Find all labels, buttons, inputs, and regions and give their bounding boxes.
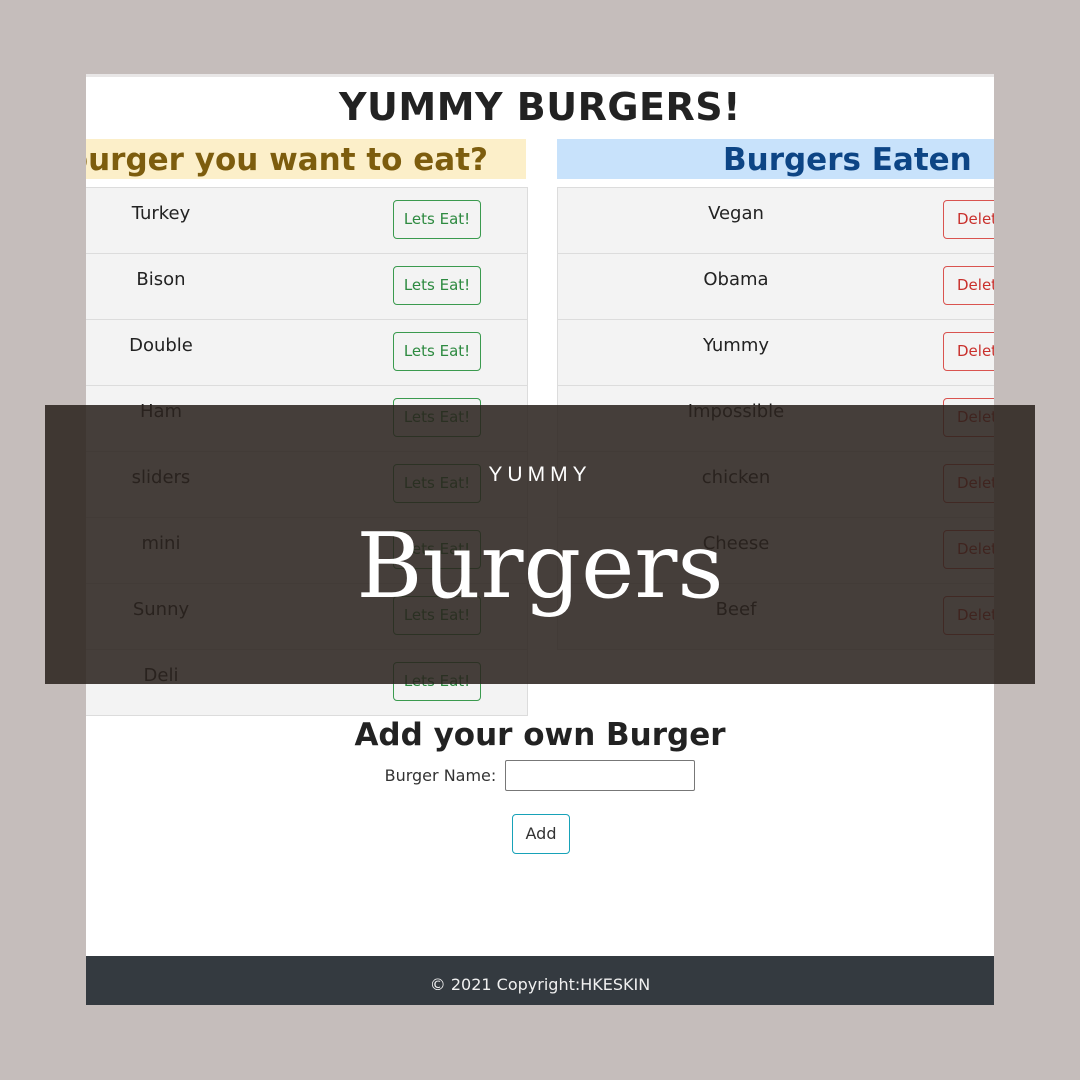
list-item: Vegan Delete <box>558 188 994 254</box>
title-banner-overlay: YUMMY Burgers <box>45 405 1035 684</box>
eaten-heading: Burgers Eaten <box>557 139 994 179</box>
add-button[interactable]: Add <box>512 814 570 854</box>
list-item: Turkey Lets Eat! <box>86 188 527 254</box>
lets-eat-button[interactable]: Lets Eat! <box>393 332 481 371</box>
burger-name: Yummy <box>702 335 770 356</box>
lets-eat-button[interactable]: Lets Eat! <box>393 200 481 239</box>
footer: © 2021 Copyright:HKESKIN <box>86 956 994 1005</box>
delete-button[interactable]: Delete <box>943 266 994 305</box>
list-item: Double Lets Eat! <box>86 320 527 386</box>
burger-name: Obama <box>703 269 769 290</box>
delete-button[interactable]: Delete <box>943 200 994 239</box>
delete-button[interactable]: Delete <box>943 332 994 371</box>
uneaten-heading: Which burger you want to eat? <box>86 139 526 179</box>
list-item: Obama Delete <box>558 254 994 320</box>
burger-name: Turkey <box>131 203 191 224</box>
add-burger-form: Burger Name: <box>86 760 994 791</box>
lets-eat-button[interactable]: Lets Eat! <box>393 266 481 305</box>
banner-kicker: YUMMY <box>488 463 592 486</box>
list-item: Yummy Delete <box>558 320 994 386</box>
banner-title: Burgers <box>356 514 724 619</box>
burger-name: Bison <box>136 269 186 290</box>
burger-name: Double <box>129 335 193 356</box>
list-item: Bison Lets Eat! <box>86 254 527 320</box>
copyright-text: © 2021 Copyright:HKESKIN <box>429 975 651 994</box>
burger-name: Vegan <box>708 203 764 224</box>
add-burger-heading: Add your own Burger <box>354 717 726 753</box>
burger-name-label: Burger Name: <box>384 766 497 785</box>
site-title: YUMMY BURGERS! <box>339 85 741 129</box>
burger-name-input[interactable] <box>505 760 696 791</box>
